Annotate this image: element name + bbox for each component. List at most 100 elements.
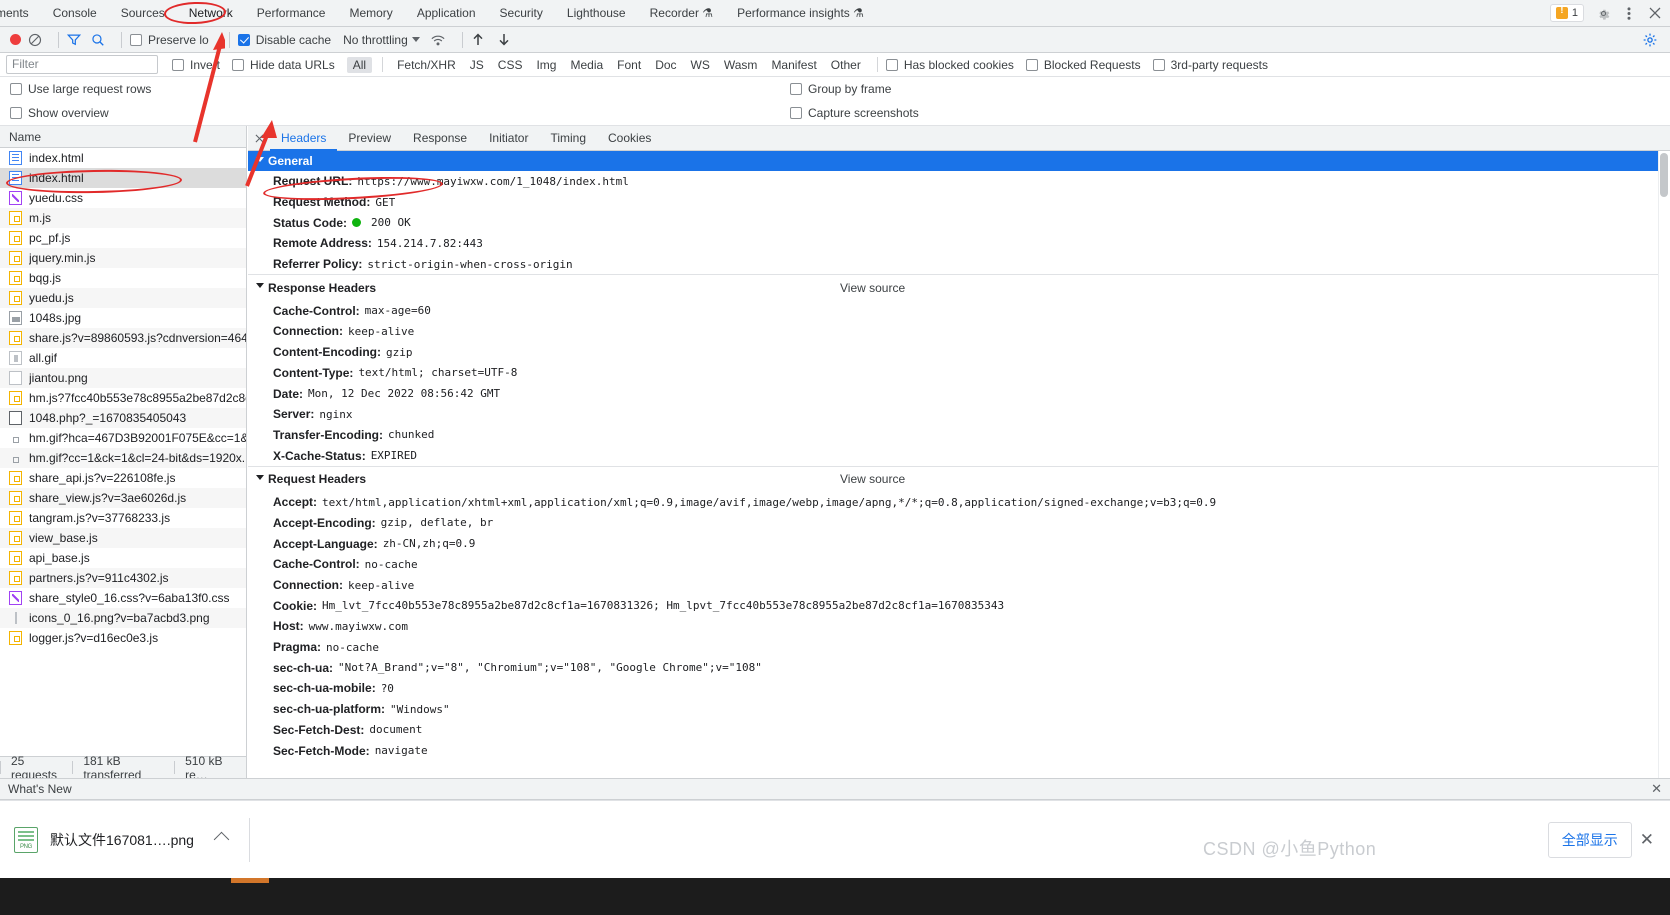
wifi-icon[interactable] — [430, 33, 446, 47]
detail-tab-response[interactable]: Response — [402, 126, 478, 150]
request-row[interactable]: logger.js?v=d16ec0e3.js — [0, 628, 246, 648]
detail-tab-preview[interactable]: Preview — [337, 126, 402, 150]
request-list-column-header[interactable]: Name — [0, 126, 246, 148]
filter-type-media[interactable]: Media — [564, 57, 609, 73]
filter-type-other[interactable]: Other — [825, 57, 867, 73]
request-row[interactable]: pc_pf.js — [0, 228, 246, 248]
request-row[interactable]: yuedu.css — [0, 188, 246, 208]
search-icon[interactable] — [91, 33, 105, 47]
filter-type-doc[interactable]: Doc — [649, 57, 682, 73]
request-row[interactable]: 1048.php?_=1670835405043 — [0, 408, 246, 428]
warning-count-chip[interactable]: 1 — [1549, 4, 1584, 22]
tab-performance[interactable]: Performance — [245, 0, 338, 27]
network-settings-gear-icon[interactable] — [1642, 32, 1658, 48]
tab-application[interactable]: Application — [405, 0, 488, 27]
tab-memory[interactable]: Memory — [337, 0, 404, 27]
show-all-downloads-button[interactable]: 全部显示 — [1547, 821, 1632, 858]
request-detail-pane: Headers Preview Response Initiator Timin… — [248, 126, 1670, 778]
blocked-requests-checkbox[interactable]: Blocked Requests — [1025, 58, 1141, 72]
filter-type-wasm[interactable]: Wasm — [718, 57, 764, 73]
filter-type-all[interactable]: All — [346, 56, 373, 73]
detail-tab-timing[interactable]: Timing — [539, 126, 597, 150]
third-party-requests-checkbox[interactable]: 3rd-party requests — [1152, 58, 1268, 72]
request-view-source-link[interactable]: View source — [840, 472, 905, 486]
filter-input[interactable]: Filter — [6, 55, 158, 74]
warning-icon — [1555, 5, 1568, 19]
filter-type-img[interactable]: Img — [530, 57, 562, 73]
group-by-frame-checkbox[interactable]: Group by frame — [790, 82, 891, 96]
tab-security[interactable]: Security — [488, 0, 555, 27]
request-row[interactable]: partners.js?v=911c4302.js — [0, 568, 246, 588]
has-blocked-cookies-checkbox[interactable]: Has blocked cookies — [885, 58, 1014, 72]
request-row[interactable]: view_base.js — [0, 528, 246, 548]
filter-type-js[interactable]: JS — [464, 57, 490, 73]
detail-tab-headers[interactable]: Headers — [270, 126, 338, 151]
tab-performance-insights[interactable]: Performance insights ⚗ — [725, 0, 876, 27]
detail-tab-initiator[interactable]: Initiator — [478, 126, 539, 150]
response-view-source-link[interactable]: View source — [840, 281, 905, 295]
close-detail-button[interactable] — [250, 129, 268, 147]
whats-new-close-icon[interactable]: ✕ — [1651, 781, 1662, 797]
record-icon[interactable] — [10, 34, 21, 45]
filter-type-font[interactable]: Font — [611, 57, 647, 73]
script-icon — [9, 250, 22, 265]
download-item[interactable]: 默认文件167081….png — [0, 801, 230, 879]
preserve-log-checkbox[interactable]: Preserve lo — [130, 33, 209, 47]
filter-type-manifest[interactable]: Manifest — [765, 57, 822, 73]
invert-checkbox[interactable]: Invert — [172, 58, 220, 72]
hide-data-urls-checkbox[interactable]: Hide data URLs — [232, 58, 335, 72]
request-row[interactable]: share_view.js?v=3ae6026d.js — [0, 488, 246, 508]
close-devtools-button[interactable] — [1644, 2, 1666, 24]
request-row[interactable]: share_style0_16.css?v=6aba13f0.css — [0, 588, 246, 608]
more-options-button[interactable] — [1618, 2, 1640, 24]
detail-vertical-scrollbar[interactable] — [1658, 151, 1670, 778]
use-large-request-rows-checkbox[interactable]: Use large request rows — [10, 82, 151, 96]
capture-screenshots-checkbox[interactable]: Capture screenshots — [790, 106, 919, 120]
whats-new-bar[interactable]: What's New ✕ — [0, 778, 1670, 800]
disable-cache-checkbox[interactable]: Disable cache — [237, 33, 331, 47]
download-bar-close-icon[interactable]: ✕ — [1640, 830, 1654, 850]
filter-funnel-icon[interactable] — [67, 33, 81, 46]
request-row[interactable]: jquery.min.js — [0, 248, 246, 268]
request-row[interactable]: index.html — [0, 168, 246, 188]
request-row[interactable]: all.gif — [0, 348, 246, 368]
request-row[interactable]: m.js — [0, 208, 246, 228]
tab-sources[interactable]: Sources — [109, 0, 177, 27]
request-row[interactable]: jiantou.png — [0, 368, 246, 388]
tab-recorder[interactable]: Recorder ⚗ — [638, 0, 725, 27]
download-arrow-icon[interactable] — [497, 32, 511, 47]
chevron-down-icon[interactable] — [411, 37, 420, 42]
script-icon — [9, 230, 22, 245]
settings-gear-button[interactable] — [1592, 2, 1614, 24]
request-row[interactable]: hm.js?7fcc40b553e78c8955a2be87d2c8cf... — [0, 388, 246, 408]
filter-type-ws[interactable]: WS — [685, 57, 716, 73]
request-row[interactable]: index.html — [0, 148, 246, 168]
request-row[interactable]: 1048s.jpg — [0, 308, 246, 328]
response-headers-section-header[interactable]: Response Headers View source — [248, 274, 1658, 300]
request-row[interactable]: api_base.js — [0, 548, 246, 568]
detail-tab-cookies[interactable]: Cookies — [597, 126, 662, 150]
tab-lighthouse[interactable]: Lighthouse — [555, 0, 638, 27]
show-overview-checkbox[interactable]: Show overview — [10, 106, 109, 120]
request-row[interactable]: hm.gif?hca=467D3B92001F075E&cc=1&c... — [0, 428, 246, 448]
scrollbar-thumb[interactable] — [1660, 153, 1668, 197]
request-headers-section-header[interactable]: Request Headers View source — [248, 465, 1658, 492]
tab-console[interactable]: Console — [41, 0, 109, 27]
request-row[interactable]: bqg.js — [0, 268, 246, 288]
filter-type-css[interactable]: CSS — [492, 57, 529, 73]
third-party-box — [1152, 58, 1165, 71]
general-section-header[interactable]: General — [248, 151, 1658, 171]
tab-network[interactable]: Network — [177, 0, 245, 27]
upload-arrow-icon[interactable] — [471, 32, 485, 47]
throttling-select-label[interactable]: No throttling — [343, 33, 408, 47]
request-row[interactable]: icons_0_16.png?v=ba7acbd3.png — [0, 608, 246, 628]
filter-type-fetch-xhr[interactable]: Fetch/XHR — [391, 57, 462, 73]
chevron-up-icon[interactable] — [213, 831, 230, 848]
request-row[interactable]: tangram.js?v=37768233.js — [0, 508, 246, 528]
request-row[interactable]: share_api.js?v=226108fe.js — [0, 468, 246, 488]
tab-elements[interactable]: ments — [0, 0, 41, 27]
request-row[interactable]: yuedu.js — [0, 288, 246, 308]
request-row[interactable]: share.js?v=89860593.js?cdnversion=4641..… — [0, 328, 246, 348]
request-row[interactable]: hm.gif?cc=1&ck=1&cl=24-bit&ds=1920x... — [0, 448, 246, 468]
clear-icon[interactable] — [28, 33, 42, 47]
